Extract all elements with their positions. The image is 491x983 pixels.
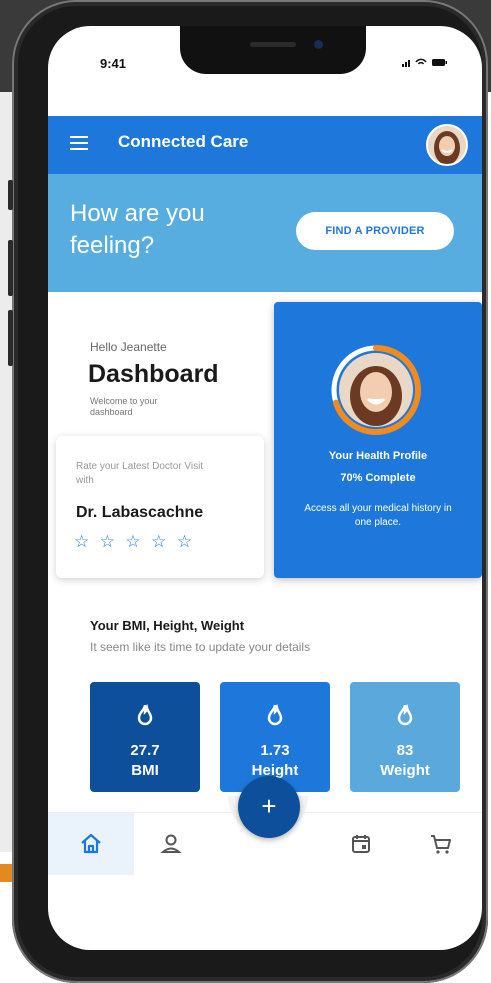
flame-icon — [397, 704, 413, 726]
star-2-icon[interactable]: ☆ — [100, 532, 115, 552]
bmi-value: 27.7 — [130, 742, 160, 759]
side-button — [8, 180, 13, 210]
rate-prompt: Rate your Latest Doctor Visit with — [76, 461, 204, 486]
metrics-heading: Your BMI, Height, Weight — [90, 618, 245, 633]
dashboard-header: Hello Jeanette Dashboard Welcome to your… — [48, 292, 274, 446]
weight-card[interactable]: 83 Weight — [350, 682, 460, 792]
bmi-card[interactable]: 27.7 BMI — [90, 682, 200, 792]
metrics-subheading: It seem like its time to update your det… — [90, 640, 311, 654]
phone-screen: 9:41 Connected Care How are you feeling?… — [48, 26, 482, 950]
phone-frame: 9:41 Connected Care How are you feeling?… — [8, 0, 488, 983]
status-icons — [402, 56, 448, 71]
calendar-icon[interactable] — [348, 831, 374, 857]
cart-icon[interactable] — [428, 831, 454, 857]
star-3-icon[interactable]: ☆ — [125, 532, 140, 552]
speaker — [250, 42, 296, 47]
bmi-label: BMI — [131, 762, 159, 779]
signal-wifi-battery-icon — [402, 58, 447, 67]
page-title: Dashboard — [88, 360, 219, 388]
find-provider-button[interactable]: FIND A PROVIDER — [296, 212, 454, 250]
weight-value: 83 — [396, 742, 414, 759]
add-button[interactable]: + — [238, 776, 300, 838]
star-4-icon[interactable]: ☆ — [151, 532, 166, 552]
feeling-heading: How are you feeling? — [70, 200, 205, 259]
notch — [180, 26, 366, 74]
profile-completion: 70% Complete — [340, 472, 416, 484]
home-icon[interactable] — [78, 831, 104, 857]
app-bar: Connected Care — [48, 116, 482, 174]
feeling-banner: How are you feeling? FIND A PROVIDER — [48, 174, 482, 292]
volume-down-button — [8, 310, 13, 366]
rate-visit-card: Rate your Latest Doctor Visit with Dr. L… — [56, 436, 264, 578]
app-title: Connected Care — [118, 132, 249, 151]
profile-progress-avatar — [331, 345, 421, 435]
weight-label: Weight — [380, 762, 430, 779]
health-profile-card[interactable]: Your Health Profile 70% Complete Access … — [274, 302, 482, 578]
star-5-icon[interactable]: ☆ — [177, 532, 192, 552]
star-rating: ☆ ☆ ☆ ☆ ☆ — [74, 532, 198, 552]
avatar-face-icon — [428, 126, 466, 164]
user-icon[interactable] — [158, 831, 184, 857]
camera — [314, 40, 323, 49]
greeting-text: Hello Jeanette — [90, 340, 167, 354]
profile-description: Access all your medical history in one p… — [304, 503, 452, 528]
welcome-text: Welcome to your dashboard — [90, 396, 158, 417]
flame-icon — [267, 704, 283, 726]
star-1-icon[interactable]: ☆ — [74, 532, 89, 552]
flame-icon — [137, 704, 153, 726]
profile-title: Your Health Profile — [328, 450, 428, 462]
user-avatar[interactable] — [426, 124, 468, 166]
doctor-name: Dr. Labascachne — [76, 504, 204, 521]
status-time: 9:41 — [100, 56, 127, 71]
hamburger-menu-icon[interactable] — [70, 136, 88, 152]
volume-up-button — [8, 240, 13, 296]
height-card[interactable]: 1.73 Height — [220, 682, 330, 792]
height-value: 1.73 — [260, 742, 290, 759]
